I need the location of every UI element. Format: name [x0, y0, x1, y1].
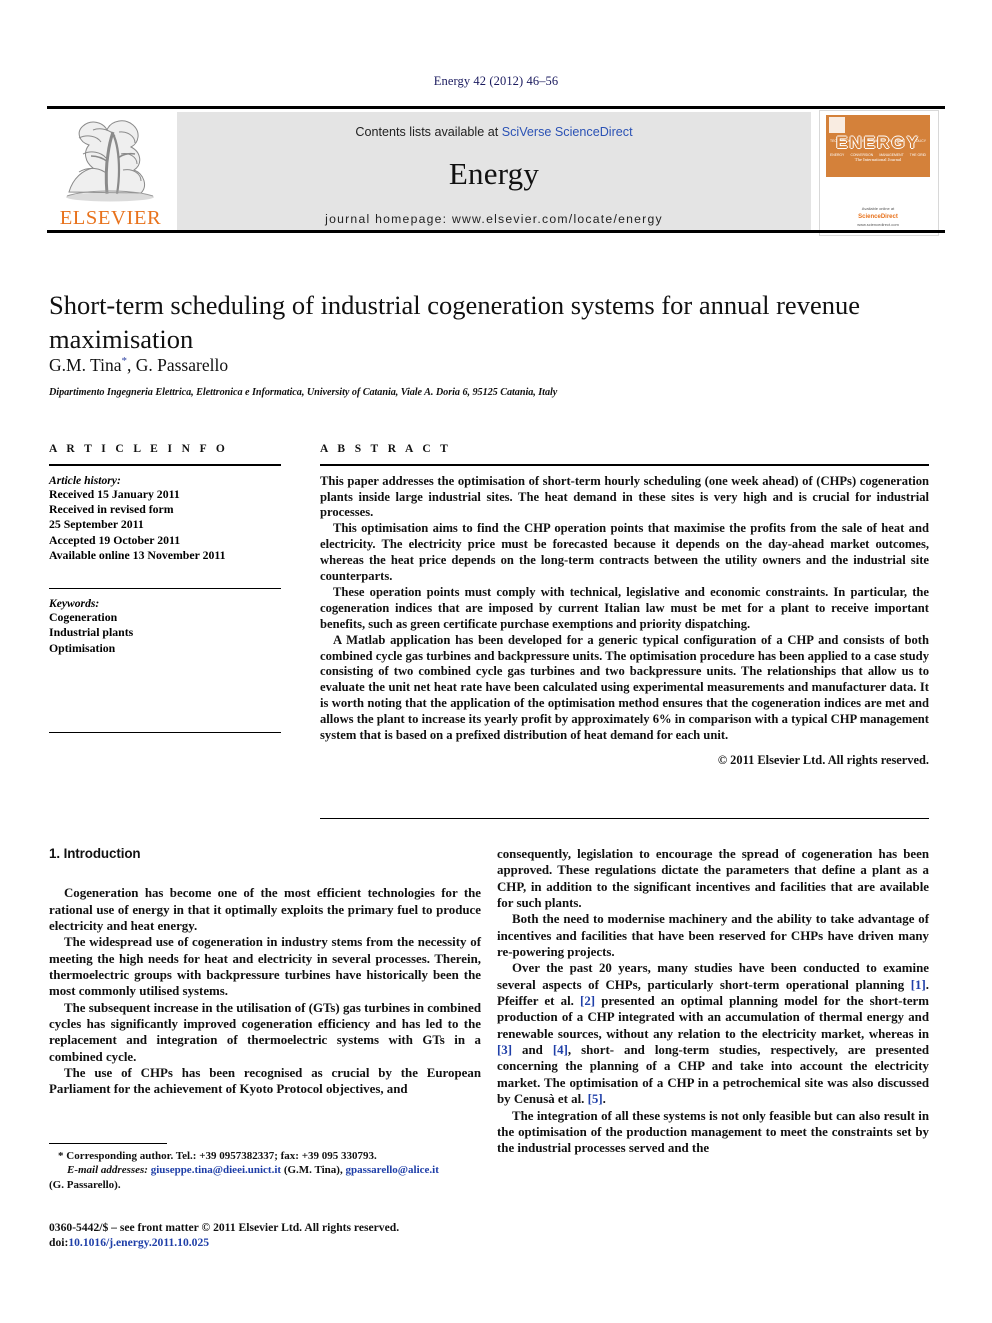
issn-front-matter: 0360-5442/$ – see front matter © 2011 El…: [49, 1221, 400, 1234]
email-link-2[interactable]: gpassarello@alice.it: [345, 1164, 438, 1176]
abstract-heading: A B S T R A C T: [320, 443, 452, 455]
page-title: Short-term scheduling of industrial coge…: [49, 290, 860, 354]
author-list: G.M. Tina*, G. Passarello: [49, 355, 929, 376]
citation-link-2[interactable]: [2]: [580, 994, 595, 1008]
elsevier-logo: ELSEVIER: [49, 112, 172, 232]
abstract-paragraph: These operation points must comply with …: [320, 584, 929, 631]
sciencedirect-link[interactable]: SciVerse ScienceDirect: [502, 125, 633, 139]
cover-sciencedirect-logo: ScienceDirect: [858, 214, 898, 220]
masthead-bottom-rule: [47, 230, 945, 233]
history-item: Accepted 19 October 2011: [49, 532, 181, 547]
info-column-bottom-rule: [49, 732, 281, 734]
abstract-column: A B S T R A C T This paper addresses the…: [320, 443, 929, 769]
body-paragraph: The widespread use of cogeneration in in…: [49, 935, 481, 999]
cover-footer: Available online at ScienceDirect www.sc…: [826, 206, 930, 228]
author-2: , G. Passarello: [126, 355, 229, 375]
cover-footer-line1: Available online at: [861, 206, 895, 211]
keywords-block: Keywords: Cogeneration Industrial plants…: [49, 597, 281, 656]
introduction-right-column: consequently, legislation to encourage t…: [497, 846, 929, 1157]
imprint-block: 0360-5442/$ – see front matter © 2011 El…: [49, 1221, 519, 1250]
abstract-rule: [320, 464, 929, 466]
running-head: Energy 42 (2012) 46–56: [433, 74, 559, 88]
doi-label: doi:: [49, 1235, 69, 1249]
contents-line: Contents lists available at SciVerse Sci…: [177, 125, 811, 139]
ref-text: .: [602, 1092, 606, 1107]
doi-line: doi:10.1016/j.energy.2011.10.025: [49, 1236, 519, 1251]
history-item: Received in revised form: [49, 502, 174, 516]
body-paragraph: The use of CHPs has been recognised as c…: [49, 1066, 481, 1097]
abstract-paragraph: This paper addresses the optimisation of…: [320, 473, 929, 520]
email-owner-1: (G.M. Tina),: [281, 1164, 346, 1177]
keywords-label: Keywords:: [49, 596, 100, 610]
body-paragraph: Cogeneration has become one of the most …: [49, 886, 481, 934]
keywords-list: Cogeneration Industrial plants Optimisat…: [49, 610, 281, 656]
history-item: 25 September 2011: [49, 517, 144, 532]
citation-link-3[interactable]: [3]: [497, 1043, 512, 1057]
journal-homepage[interactable]: journal homepage: www.elsevier.com/locat…: [177, 212, 811, 226]
body-paragraph: The integration of all these systems is …: [497, 1108, 929, 1156]
keyword-item: Industrial plants: [49, 625, 134, 640]
citation-link-5[interactable]: [5]: [588, 1092, 603, 1106]
journal-masthead: ELSEVIER Contents lists available at Sci…: [47, 106, 945, 236]
cover-elsevier-mark: [829, 117, 845, 133]
email-note: E-mail addresses: giuseppe.tina@dieei.un…: [49, 1163, 481, 1177]
elsevier-wordmark: ELSEVIER: [59, 207, 162, 229]
history-item: Available online 13 November 2011: [49, 548, 226, 563]
ref-text: Over the past 20 years, many studies hav…: [497, 961, 929, 992]
abstract-bottom-rule: [320, 818, 929, 820]
email-link-1[interactable]: giuseppe.tina@dieei.unict.it: [151, 1164, 281, 1176]
cover-title: ENERGY: [836, 133, 920, 152]
citation-link-1[interactable]: [1]: [911, 978, 926, 992]
affiliation: Dipartimento Ingegneria Elettrica, Elett…: [49, 387, 558, 398]
keywords-rule: [49, 587, 281, 589]
cover-subtitle: The International Journal: [854, 157, 902, 162]
article-info-column: A R T I C L E I N F O Article history: R…: [49, 443, 281, 666]
footnote-block: * Corresponding author. Tel.: +39 095738…: [49, 1143, 481, 1192]
article-history-list: Received 15 January 2011 Received in rev…: [49, 487, 281, 564]
corresponding-author-note: * Corresponding author. Tel.: +39 095738…: [58, 1150, 377, 1163]
journal-cover-thumbnail: TECHNOLOGY ECONOMY PLANNING POLICY ENERG…: [819, 110, 939, 236]
article-info-heading: A R T I C L E I N F O: [49, 443, 229, 455]
introduction-left-column: 1. Introduction Cogeneration has become …: [49, 846, 481, 1098]
email-label: E-mail addresses:: [67, 1164, 148, 1177]
body-paragraph: Both the need to modernise machinery and…: [497, 912, 929, 960]
body-paragraph: consequently, legislation to encourage t…: [497, 847, 929, 911]
body-paragraph: The subsequent increase in the utilisati…: [49, 1000, 481, 1064]
footnote-rule: [49, 1143, 167, 1145]
abstract-copyright: © 2011 Elsevier Ltd. All rights reserved…: [717, 753, 929, 767]
journal-title: Energy: [448, 156, 540, 191]
article-history-block: Article history: Received 15 January 201…: [49, 474, 281, 564]
contents-prefix: Contents lists available at: [355, 125, 502, 139]
author-1: G.M. Tina: [49, 355, 122, 375]
keyword-item: Optimisation: [49, 640, 116, 655]
article-history-label: Article history:: [49, 473, 121, 487]
elsevier-tree-icon: [66, 120, 154, 202]
history-item: Received 15 January 2011: [49, 486, 180, 501]
abstract-paragraph: This optimisation aims to find the CHP o…: [320, 521, 929, 584]
section-heading-introduction: 1. Introduction: [49, 846, 141, 861]
masthead-top-rule: [47, 106, 945, 109]
abstract-paragraph: A Matlab application has been developed …: [320, 632, 929, 743]
body-paragraph-with-references: Over the past 20 years, many studies hav…: [497, 960, 929, 1107]
citation-link-4[interactable]: [4]: [553, 1043, 568, 1057]
article-info-rule: [49, 464, 281, 466]
keyword-item: Cogeneration: [49, 609, 118, 624]
abstract-body: This paper addresses the optimisation of…: [320, 474, 929, 769]
ref-text: and: [512, 1043, 553, 1058]
email-owner-2: (G. Passarello).: [49, 1178, 121, 1191]
cover-footer-line3: www.sciencedirect.com: [857, 222, 899, 227]
paper-page: Energy 42 (2012) 46–56 ELSEVIER Contents…: [0, 0, 992, 1323]
doi-link[interactable]: 10.1016/j.energy.2011.10.025: [68, 1236, 209, 1249]
sciencedirect-banner: Contents lists available at SciVerse Sci…: [177, 112, 811, 230]
